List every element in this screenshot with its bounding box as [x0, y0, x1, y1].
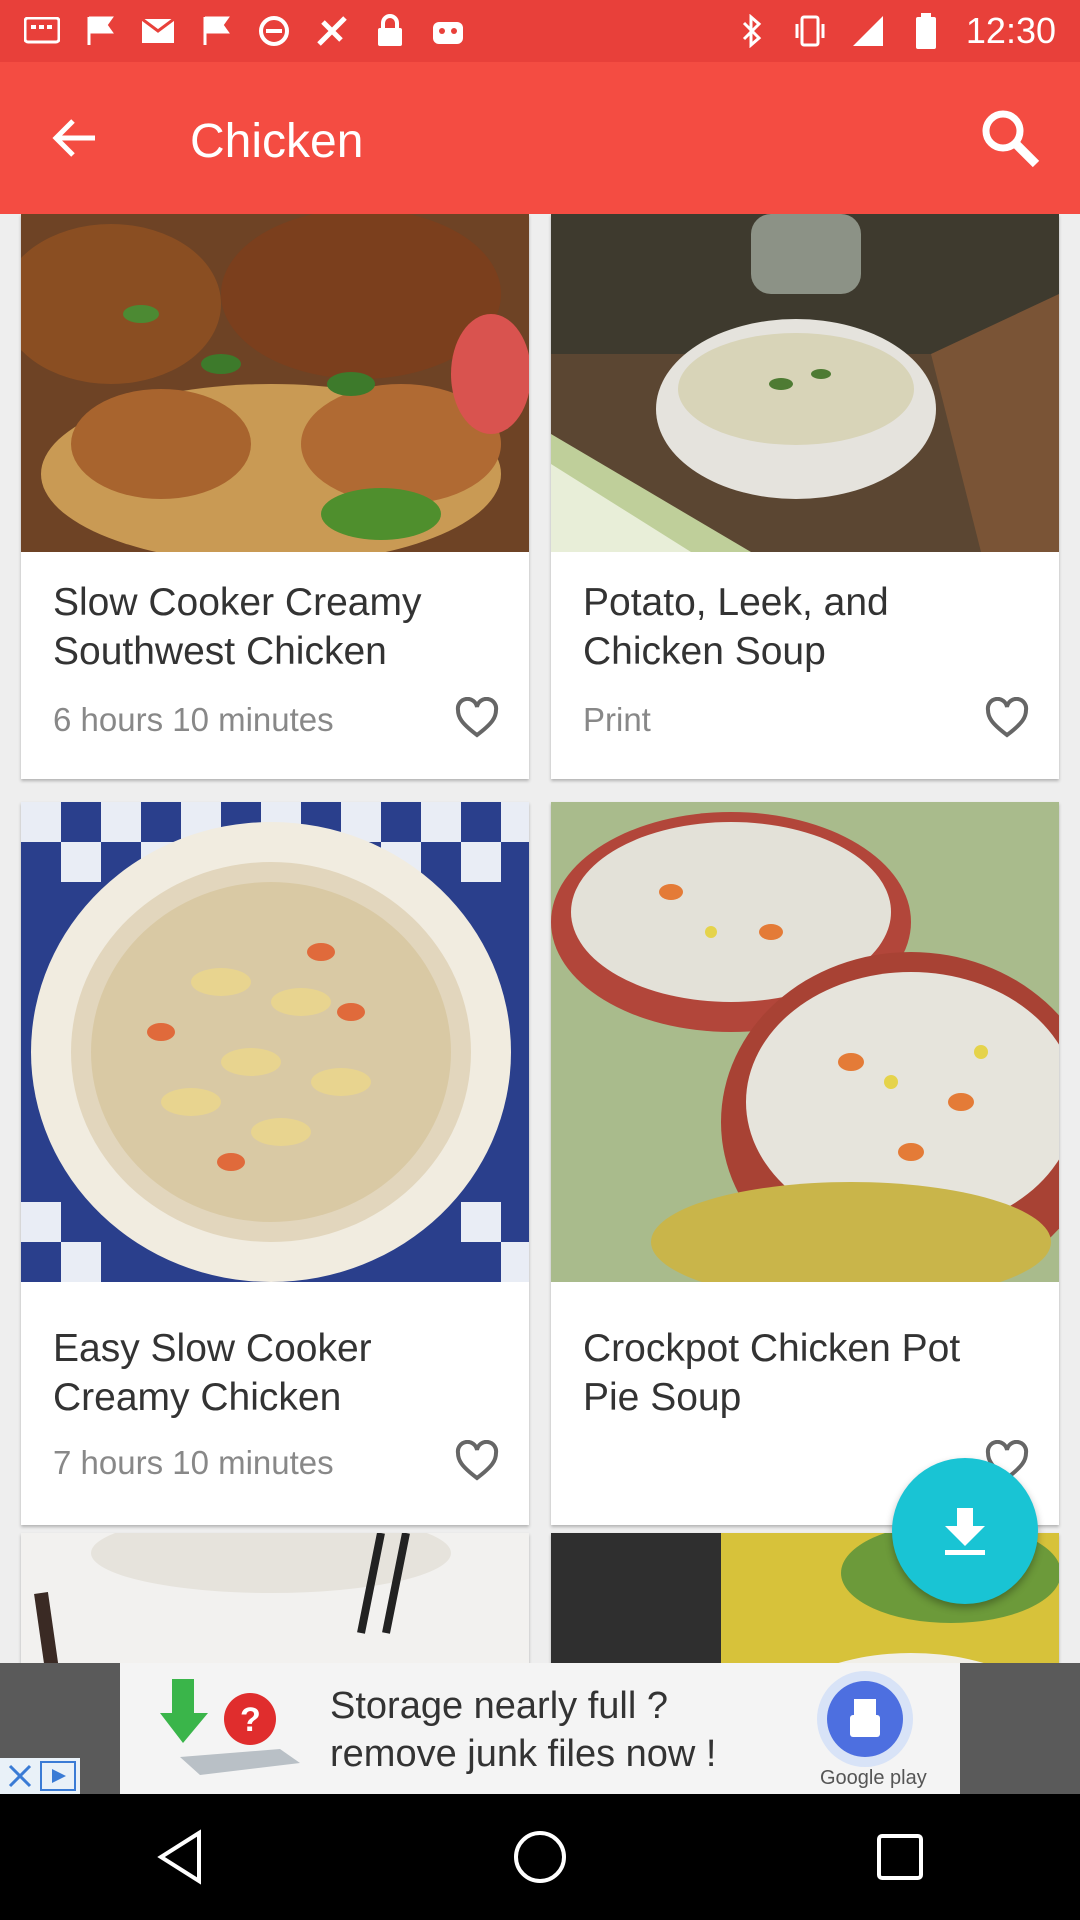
flag-icon [198, 13, 234, 49]
ad-banner[interactable]: ? Storage nearly full ? remove junk file… [120, 1663, 960, 1794]
nav-home-button[interactable] [490, 1807, 590, 1907]
android-icon [430, 13, 466, 49]
recipe-title: Slow Cooker Creamy Southwest Chicken [53, 581, 422, 673]
circle-home-icon [514, 1831, 566, 1883]
heart-icon[interactable] [985, 697, 1029, 741]
recipe-meta: 6 hours 10 minutes [53, 701, 334, 738]
messages-icon [24, 13, 60, 49]
ad-headline: Storage nearly full ? [330, 1685, 668, 1727]
status-time: 12:30 [965, 10, 1056, 51]
recipe-grid: Slow Cooker Creamy Southwest Chicken 6 h… [0, 214, 1080, 1663]
back-button[interactable] [34, 98, 114, 178]
close-icon [8, 1764, 32, 1788]
recipe-card[interactable]: Slow Cooker Creamy Southwest Chicken 6 h… [21, 214, 529, 779]
cleaner-app-icon [817, 1671, 913, 1767]
recipe-image [551, 214, 1059, 552]
app-bar: Chicken [0, 62, 1080, 214]
recipe-meta: Print [583, 701, 651, 738]
page-title: Chicken [190, 115, 364, 168]
recipe-image [21, 802, 529, 1282]
download-button[interactable] [892, 1458, 1038, 1604]
google-play-label: Google play [820, 1767, 927, 1789]
search-button[interactable] [970, 98, 1050, 178]
nav-back-button[interactable] [130, 1807, 230, 1907]
blocked-icon [256, 13, 292, 49]
mail-icon [140, 13, 176, 49]
battery-icon [908, 13, 944, 49]
signal-icon [850, 13, 886, 49]
recipe-image [21, 1533, 529, 1663]
download-arrow-icon: ? [160, 1679, 300, 1775]
recipe-title: Easy Slow Cooker Creamy Chicken [53, 1327, 372, 1419]
fake-gps-icon [314, 13, 350, 49]
navigation-bar [0, 1794, 1080, 1920]
recipe-card[interactable]: Easy Slow Cooker Creamy Chicken 7 hours … [21, 802, 529, 1525]
adchoices-icon [40, 1761, 76, 1791]
svg-text:?: ? [240, 1701, 261, 1739]
bluetooth-icon [734, 13, 770, 49]
recipe-card[interactable] [21, 1533, 529, 1663]
recipe-meta: 7 hours 10 minutes [53, 1444, 334, 1481]
notification-icons [24, 13, 734, 49]
ad-subline: remove junk files now ! [330, 1733, 717, 1775]
nav-recents-button[interactable] [850, 1807, 950, 1907]
recipe-card[interactable]: Potato, Leek, and Chicken Soup Print [551, 214, 1059, 779]
flag-icon [82, 13, 118, 49]
recipe-image [551, 802, 1059, 1282]
download-icon [945, 1508, 985, 1555]
recipe-image [21, 214, 529, 552]
heart-icon[interactable] [455, 697, 499, 741]
system-icons: 12:30 [734, 10, 1056, 52]
recipe-title: Crockpot Chicken Pot Pie Soup [583, 1327, 961, 1419]
vibrate-icon [792, 13, 828, 49]
triangle-back-icon [157, 1829, 201, 1885]
recipe-card[interactable]: Crockpot Chicken Pot Pie Soup [551, 802, 1059, 1525]
heart-icon[interactable] [455, 1440, 499, 1484]
ad-close-button[interactable] [0, 1758, 80, 1794]
search-icon [982, 110, 1040, 168]
lock-icon [372, 13, 408, 49]
status-bar: 12:30 [0, 0, 1080, 62]
recipe-title: Potato, Leek, and Chicken Soup [583, 581, 889, 673]
arrow-left-icon [52, 119, 95, 157]
ad-bar: ? Storage nearly full ? remove junk file… [0, 1663, 1080, 1794]
square-recents-icon [877, 1834, 923, 1880]
